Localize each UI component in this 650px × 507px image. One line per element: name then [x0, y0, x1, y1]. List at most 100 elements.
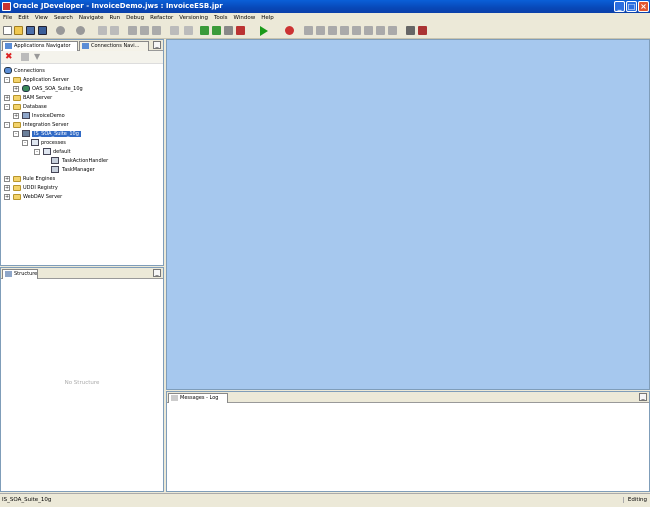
- tree-node-rule-engines[interactable]: + Rule Engines: [4, 175, 55, 183]
- refresh-icon[interactable]: [21, 53, 29, 61]
- menu-help[interactable]: Help: [261, 15, 274, 21]
- collapse-toggle[interactable]: -: [22, 140, 28, 146]
- filter-icon[interactable]: ▼: [34, 52, 40, 62]
- back-icon[interactable]: [56, 26, 65, 35]
- next-window-icon[interactable]: [418, 26, 427, 35]
- close-button[interactable]: ×: [638, 1, 649, 12]
- tree-node-bam-server[interactable]: + BAM Server: [4, 94, 52, 102]
- tree-node-uddi-registry[interactable]: + UDDI Registry: [4, 184, 58, 192]
- expand-toggle[interactable]: +: [4, 194, 10, 200]
- tree-node-processes[interactable]: - processes: [22, 139, 66, 147]
- debug-icon[interactable]: [285, 26, 294, 35]
- new-icon[interactable]: [3, 26, 12, 35]
- run-icon[interactable]: [260, 26, 268, 36]
- menu-tools[interactable]: Tools: [214, 15, 228, 21]
- tree-node-integration-server[interactable]: - Integration Server: [4, 121, 69, 129]
- menu-view[interactable]: View: [35, 15, 48, 21]
- pause-icon[interactable]: [364, 26, 373, 35]
- menu-navigate[interactable]: Navigate: [79, 15, 104, 21]
- delete-icon[interactable]: ✖: [5, 52, 13, 62]
- undo-icon[interactable]: [98, 26, 107, 35]
- log-icon: [171, 395, 178, 401]
- menu-run[interactable]: Run: [110, 15, 121, 21]
- folder-icon: [13, 77, 21, 83]
- build-icon[interactable]: [170, 26, 179, 35]
- window-title: Oracle JDeveloper - InvoiceDemo.jws : In…: [13, 2, 223, 10]
- folder-icon: [13, 194, 21, 200]
- applications-navigator-panel: Applications Navigator Connections Navi.…: [0, 39, 164, 266]
- tree-node-database[interactable]: - Database: [4, 103, 47, 111]
- save-icon[interactable]: [26, 26, 35, 35]
- domain-icon: [43, 148, 51, 155]
- structure-minimize-button[interactable]: _: [153, 269, 161, 277]
- menu-refactor[interactable]: Refactor: [150, 15, 173, 21]
- menu-edit[interactable]: Edit: [18, 15, 29, 21]
- menu-window[interactable]: Window: [234, 15, 256, 21]
- step-over-icon[interactable]: [304, 26, 313, 35]
- title-bar: Oracle JDeveloper - InvoiceDemo.jws : In…: [0, 0, 650, 13]
- stop-icon[interactable]: [376, 26, 385, 35]
- maximize-button[interactable]: □: [626, 1, 637, 12]
- minimize-button[interactable]: _: [614, 1, 625, 12]
- tree-label-selected: IS_SOA_Suite_10g: [32, 131, 81, 137]
- tree-label: Connections: [14, 68, 45, 74]
- tree-node-taskmanager[interactable]: TaskManager: [51, 166, 95, 174]
- step-out-icon[interactable]: [328, 26, 337, 35]
- tab-structure[interactable]: Structure: [2, 269, 38, 279]
- tree-node-connections[interactable]: Connections: [4, 67, 45, 75]
- collapse-toggle[interactable]: -: [4, 122, 10, 128]
- resume-icon[interactable]: [352, 26, 361, 35]
- tree-node-is-soa-suite[interactable]: - IS_SOA_Suite_10g: [13, 130, 81, 138]
- redo-icon[interactable]: [110, 26, 119, 35]
- save-all-icon[interactable]: [38, 26, 47, 35]
- menu-versioning[interactable]: Versioning: [179, 15, 208, 21]
- copy-icon[interactable]: [140, 26, 149, 35]
- menu-search[interactable]: Search: [54, 15, 73, 21]
- messages-minimize-button[interactable]: _: [639, 393, 647, 401]
- rebuild-icon[interactable]: [184, 26, 193, 35]
- paste-icon[interactable]: [152, 26, 161, 35]
- editor-area[interactable]: [166, 39, 650, 390]
- collapse-toggle[interactable]: -: [34, 149, 40, 155]
- expand-toggle[interactable]: +: [13, 86, 19, 92]
- folder-icon: [13, 104, 21, 110]
- run-to-cursor-icon[interactable]: [340, 26, 349, 35]
- navigator-minimize-button[interactable]: _: [153, 41, 161, 49]
- expand-toggle[interactable]: +: [4, 95, 10, 101]
- collapse-toggle[interactable]: -: [4, 104, 10, 110]
- tree-node-application-server[interactable]: - Application Server: [4, 76, 69, 84]
- expand-toggle[interactable]: +: [13, 113, 19, 119]
- messages-log-panel: Messages - Log _: [166, 391, 650, 492]
- profile-icon[interactable]: [236, 26, 245, 35]
- deploy-icon[interactable]: [224, 26, 233, 35]
- tree-node-webdav-server[interactable]: + WebDAV Server: [4, 193, 62, 201]
- tab-label: Applications Navigator: [14, 43, 71, 49]
- processes-icon: [31, 139, 39, 146]
- expand-toggle[interactable]: +: [4, 185, 10, 191]
- process-icon: [51, 157, 59, 164]
- tree-node-oas-soa-suite[interactable]: + OAS_SOA_Suite_10g: [13, 85, 83, 93]
- tab-connections-navigator[interactable]: Connections Navi...: [79, 41, 149, 51]
- collapse-toggle[interactable]: -: [13, 131, 19, 137]
- navigator-actions: ✖ ▼: [1, 51, 163, 64]
- tree-node-taskactionhandler[interactable]: TaskActionHandler: [51, 157, 108, 165]
- collapse-toggle[interactable]: -: [4, 77, 10, 83]
- app-icon: [2, 2, 11, 11]
- tab-messages-log[interactable]: Messages - Log: [168, 393, 228, 403]
- make-icon[interactable]: [200, 26, 209, 35]
- open-icon[interactable]: [14, 26, 23, 35]
- navigator-tab-bar: Applications Navigator Connections Navi.…: [1, 40, 163, 51]
- menu-debug[interactable]: Debug: [126, 15, 144, 21]
- menu-file[interactable]: File: [3, 15, 12, 21]
- garbage-collect-icon[interactable]: [388, 26, 397, 35]
- previous-window-icon[interactable]: [406, 26, 415, 35]
- tab-applications-navigator[interactable]: Applications Navigator: [2, 41, 78, 51]
- step-into-icon[interactable]: [316, 26, 325, 35]
- tree-node-default[interactable]: - default: [34, 148, 71, 156]
- tree-label: Database: [23, 104, 47, 110]
- forward-icon[interactable]: [76, 26, 85, 35]
- tree-node-invoicedemo[interactable]: + InvoiceDemo: [13, 112, 65, 120]
- cut-icon[interactable]: [128, 26, 137, 35]
- rebuild-all-icon[interactable]: [212, 26, 221, 35]
- expand-toggle[interactable]: +: [4, 176, 10, 182]
